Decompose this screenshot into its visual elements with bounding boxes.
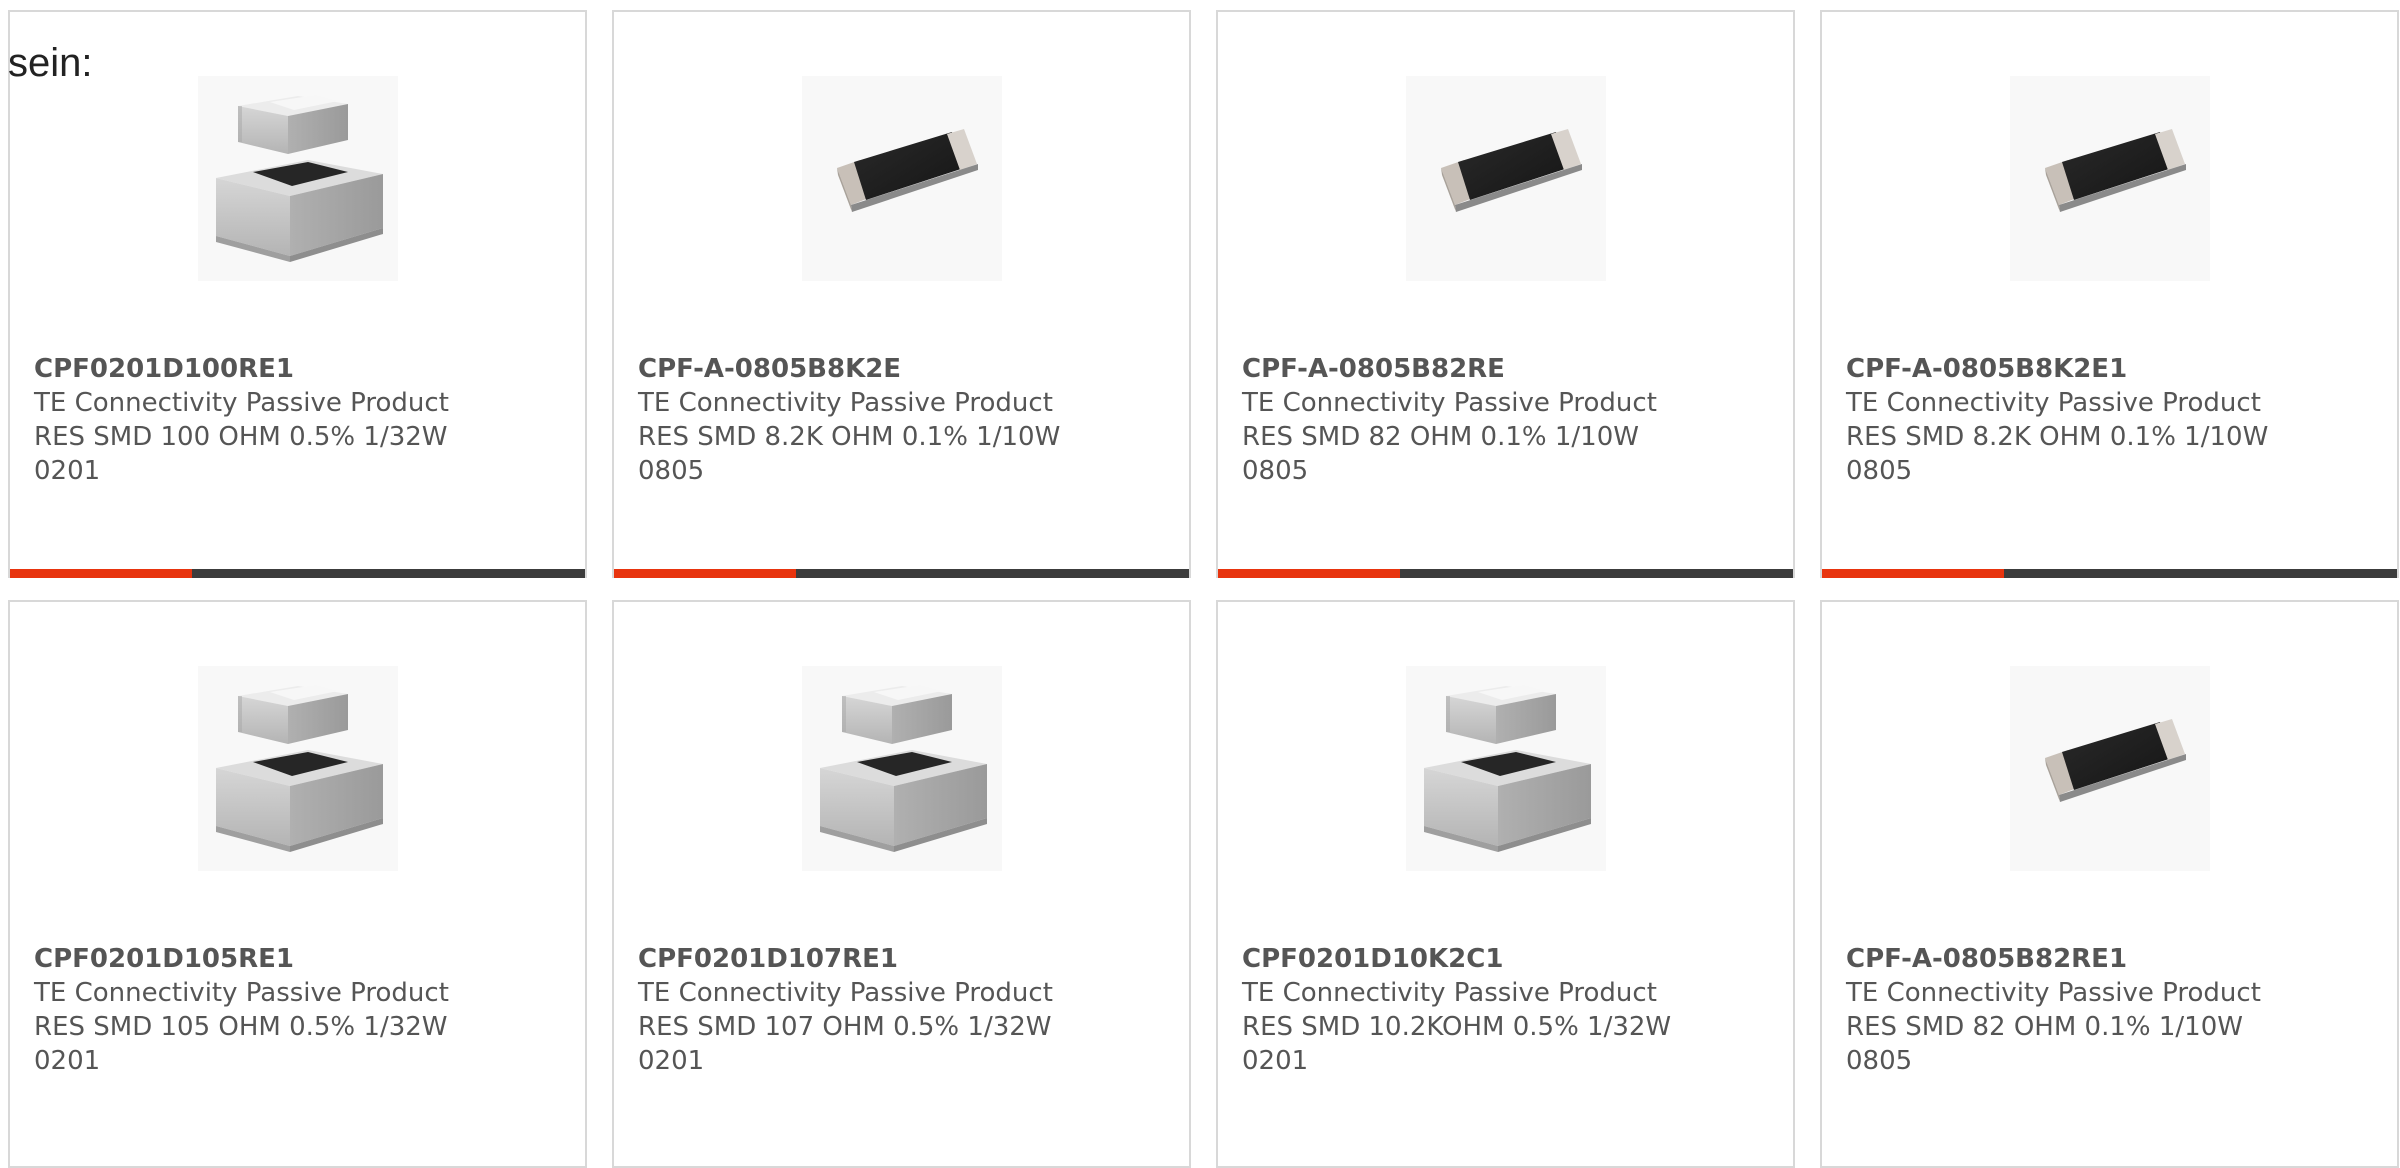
product-image (1406, 666, 1606, 871)
product-grid: CPF0201D100RE1 TE Connectivity Passive P… (8, 10, 2399, 1168)
flat-chip-resistor-icon (1406, 76, 1606, 281)
flat-chip-resistor-icon (802, 76, 1002, 281)
product-image (2010, 666, 2210, 871)
product-package: 0805 (1846, 456, 1913, 486)
flat-chip-resistor-icon (2010, 666, 2210, 871)
product-card[interactable]: CPF-A-0805B82RE1 TE Connectivity Passive… (1820, 600, 2399, 1168)
card-bar-accent (10, 569, 192, 578)
product-package: 0201 (34, 456, 101, 486)
product-card[interactable]: CPF0201D107RE1 TE Connectivity Passive P… (612, 600, 1191, 1168)
card-bottom-bar (614, 569, 1189, 578)
card-bottom-bar (1218, 569, 1793, 578)
product-image (802, 76, 1002, 281)
stacked-chip-resistor-icon (802, 666, 1002, 871)
stacked-chip-resistor-icon (198, 666, 398, 871)
product-part-number: CPF-A-0805B8K2E (638, 354, 902, 384)
product-manufacturer: TE Connectivity Passive Product (1846, 978, 2261, 1008)
intro-text: sein: (8, 41, 93, 85)
card-bar-accent (614, 569, 796, 578)
product-manufacturer: TE Connectivity Passive Product (638, 978, 1053, 1008)
product-image (802, 666, 1002, 871)
product-description: RES SMD 107 OHM 0.5% 1/32W (638, 1012, 1052, 1042)
product-image (1406, 76, 1606, 281)
stacked-chip-resistor-icon (198, 76, 398, 281)
product-manufacturer: TE Connectivity Passive Product (638, 388, 1053, 418)
product-card[interactable]: CPF0201D100RE1 TE Connectivity Passive P… (8, 10, 587, 578)
card-bar-accent (1218, 569, 1400, 578)
product-description: RES SMD 105 OHM 0.5% 1/32W (34, 1012, 448, 1042)
card-bottom-bar (10, 569, 585, 578)
product-description: RES SMD 82 OHM 0.1% 1/10W (1242, 422, 1639, 452)
product-image (198, 76, 398, 281)
product-part-number: CPF0201D105RE1 (34, 944, 294, 974)
product-description: RES SMD 82 OHM 0.1% 1/10W (1846, 1012, 2243, 1042)
product-package: 0201 (1242, 1046, 1309, 1076)
card-bar-accent (1822, 569, 2004, 578)
product-card[interactable]: CPF-A-0805B8K2E TE Connectivity Passive … (612, 10, 1191, 578)
product-card[interactable]: CPF0201D105RE1 TE Connectivity Passive P… (8, 600, 587, 1168)
product-description: RES SMD 10.2KOHM 0.5% 1/32W (1242, 1012, 1672, 1042)
product-part-number: CPF-A-0805B82RE1 (1846, 944, 2128, 974)
product-description: RES SMD 8.2K OHM 0.1% 1/10W (1846, 422, 2269, 452)
product-description: RES SMD 100 OHM 0.5% 1/32W (34, 422, 448, 452)
product-part-number: CPF0201D10K2C1 (1242, 944, 1504, 974)
product-manufacturer: TE Connectivity Passive Product (1242, 388, 1657, 418)
product-package: 0201 (638, 1046, 705, 1076)
product-part-number: CPF0201D107RE1 (638, 944, 898, 974)
product-card[interactable]: CPF0201D10K2C1 TE Connectivity Passive P… (1216, 600, 1795, 1168)
product-package: 0805 (1242, 456, 1309, 486)
product-manufacturer: TE Connectivity Passive Product (1846, 388, 2261, 418)
card-bottom-bar (1822, 569, 2397, 578)
product-package: 0805 (1846, 1046, 1913, 1076)
product-part-number: CPF-A-0805B82RE (1242, 354, 1505, 384)
product-image (2010, 76, 2210, 281)
product-package: 0805 (638, 456, 705, 486)
product-card[interactable]: CPF-A-0805B82RE TE Connectivity Passive … (1216, 10, 1795, 578)
product-card[interactable]: CPF-A-0805B8K2E1 TE Connectivity Passive… (1820, 10, 2399, 578)
product-image (198, 666, 398, 871)
product-part-number: CPF-A-0805B8K2E1 (1846, 354, 2128, 384)
flat-chip-resistor-icon (2010, 76, 2210, 281)
product-manufacturer: TE Connectivity Passive Product (1242, 978, 1657, 1008)
product-description: RES SMD 8.2K OHM 0.1% 1/10W (638, 422, 1061, 452)
stacked-chip-resistor-icon (1406, 666, 1606, 871)
product-manufacturer: TE Connectivity Passive Product (34, 388, 449, 418)
product-part-number: CPF0201D100RE1 (34, 354, 294, 384)
product-package: 0201 (34, 1046, 101, 1076)
product-manufacturer: TE Connectivity Passive Product (34, 978, 449, 1008)
